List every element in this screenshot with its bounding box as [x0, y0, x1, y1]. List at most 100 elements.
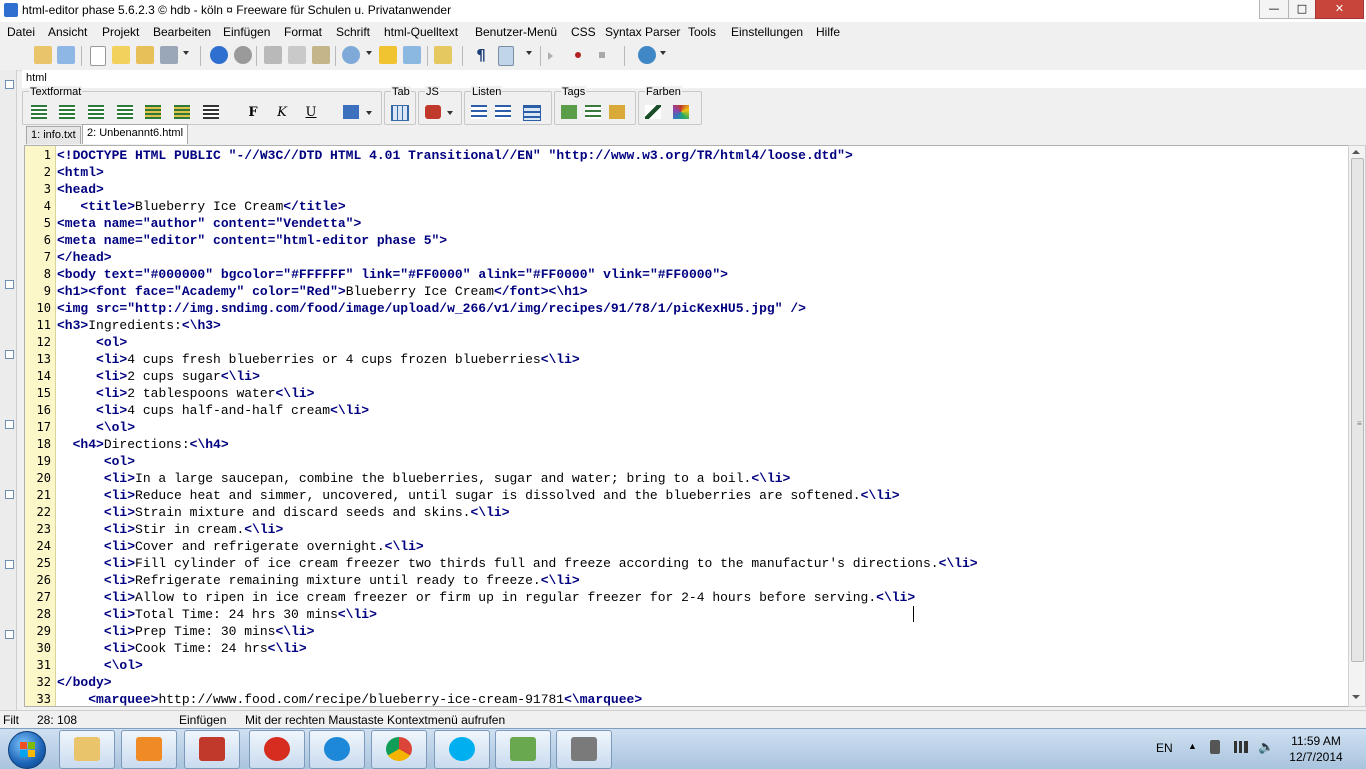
windows-icon[interactable] [57, 46, 75, 64]
taskbar-internet-explorer[interactable] [309, 730, 365, 769]
code-line[interactable]: </body> [57, 674, 112, 691]
color-palette-icon[interactable] [673, 105, 689, 119]
code-line[interactable]: <li>4 cups fresh blueberries or 4 cups f… [57, 351, 580, 368]
paragraph-format-icon[interactable] [203, 105, 219, 119]
start-button[interactable] [8, 731, 46, 769]
code-line[interactable]: <li>2 tablespoons water<\li> [57, 385, 314, 402]
tab-info-txt[interactable]: 1: info.txt [26, 126, 81, 144]
code-line[interactable]: <!DOCTYPE HTML PUBLIC "-//W3C//DTD HTML … [57, 147, 853, 164]
macro-play-icon[interactable] [548, 52, 553, 60]
new-file-icon[interactable] [90, 46, 106, 66]
code-line[interactable]: <marquee>http://www.food.com/recipe/blue… [57, 691, 642, 706]
copy-icon[interactable] [288, 46, 306, 64]
code-line[interactable]: <h4>Directions:<\h4> [57, 436, 229, 453]
taskbar-file-explorer[interactable] [59, 730, 115, 769]
menu-tools[interactable]: Tools [688, 25, 716, 39]
goto-icon[interactable] [403, 46, 421, 64]
clock-date[interactable]: 12/7/2014 [1278, 750, 1354, 764]
scroll-down-arrow[interactable] [1352, 695, 1360, 699]
code-line[interactable]: <li>Cover and refrigerate overnight.<\li… [57, 538, 424, 555]
code-line[interactable]: <li>Refrigerate remaining mixture until … [57, 572, 580, 589]
strip-marker[interactable] [5, 280, 14, 289]
menu-einfuegen[interactable]: Einfügen [223, 25, 270, 39]
code-line[interactable]: <li>Prep Time: 30 mins<\li> [57, 623, 315, 640]
volume-icon[interactable]: 🔈 [1258, 740, 1274, 755]
style-dropdown-arrow[interactable] [366, 111, 372, 115]
menu-format[interactable]: Format [284, 25, 322, 39]
maximize-button[interactable]: □ [1288, 0, 1316, 19]
numbered-list-icon[interactable] [495, 105, 511, 119]
preview-icon[interactable] [498, 46, 514, 66]
menu-einstellungen[interactable]: Einstellungen [731, 25, 803, 39]
code-editor[interactable]: 1 2 3 4 5 6 7 8 9 10 11 12 13 14 15 16 17 18 19 20 21 22 23 24 2… [24, 145, 1066, 707]
paragraph-icon[interactable]: ¶ [472, 46, 490, 64]
cut-icon[interactable] [264, 46, 282, 64]
definition-list-icon[interactable] [523, 105, 541, 121]
underline-button[interactable]: U [303, 105, 319, 121]
taskbar-chrome[interactable] [371, 730, 427, 769]
search-replace-icon[interactable] [379, 46, 397, 64]
scroll-up-arrow[interactable] [1352, 150, 1360, 154]
taskbar-chart-editor[interactable] [495, 730, 551, 769]
code-line[interactable]: <\ol> [57, 419, 135, 436]
align-justify-icon[interactable] [117, 105, 133, 119]
web-icon[interactable] [638, 46, 656, 64]
taskbar-pin-app[interactable] [249, 730, 305, 769]
taskbar-media-player[interactable] [121, 730, 177, 769]
browser-preview-icon[interactable] [210, 46, 228, 64]
code-line[interactable]: <\ol> [57, 657, 143, 674]
open-recent-icon[interactable] [136, 46, 154, 64]
menu-css[interactable]: CSS [571, 25, 596, 39]
tag-check-icon[interactable] [561, 105, 577, 119]
menu-html-quelltext[interactable]: html-Quelltext [384, 25, 458, 39]
tab-unbenannt6-html[interactable]: 2: Unbenannt6.html [82, 124, 189, 144]
table-icon[interactable] [391, 105, 409, 121]
code-line[interactable]: <meta name="editor" content="html-editor… [57, 232, 447, 249]
code-line[interactable]: <body text="#000000" bgcolor="#FFFFFF" l… [57, 266, 728, 283]
language-indicator[interactable]: EN [1156, 741, 1173, 755]
stop-icon[interactable] [234, 46, 252, 64]
italic-button[interactable]: K [274, 105, 290, 121]
code-line[interactable]: <img src="http://img.sndimg.com/food/ima… [57, 300, 806, 317]
code-line[interactable]: <ol> [57, 334, 127, 351]
clock-time[interactable]: 11:59 AM [1278, 734, 1354, 748]
code-line[interactable]: <meta name="author" content="Vendetta"> [57, 215, 361, 232]
menu-datei[interactable]: Datei [7, 25, 35, 39]
taskbar-pdf-reader[interactable] [184, 730, 240, 769]
strip-marker[interactable] [5, 560, 14, 569]
tag-list-icon[interactable] [585, 105, 601, 119]
action-center-icon[interactable] [1210, 740, 1220, 754]
insert-block-icon[interactable] [434, 46, 452, 64]
code-line[interactable]: <h1><font face="Academy" color="Red">Blu… [57, 283, 588, 300]
strip-marker[interactable] [5, 420, 14, 429]
code-line[interactable]: <h3>Ingredients:<\h3> [57, 317, 221, 334]
outdent-icon[interactable] [174, 105, 190, 119]
code-line[interactable]: <li>Allow to ripen in ice cream freezer … [57, 589, 915, 606]
search-dropdown-arrow[interactable] [366, 51, 372, 55]
code-line[interactable]: <title>Blueberry Ice Cream</title> [57, 198, 345, 215]
menu-projekt[interactable]: Projekt [102, 25, 139, 39]
taskbar-html-editor[interactable] [556, 730, 612, 769]
javascript-icon[interactable] [425, 105, 441, 119]
scroll-thumb[interactable]: ≡ [1351, 158, 1364, 662]
align-right-icon[interactable] [88, 105, 104, 119]
code-line[interactable]: <html> [57, 164, 104, 181]
macro-stop-icon[interactable] [599, 52, 605, 58]
menu-schrift[interactable]: Schrift [336, 25, 370, 39]
code-line[interactable]: <head> [57, 181, 104, 198]
save-dropdown-arrow[interactable] [183, 51, 189, 55]
strip-marker[interactable] [5, 490, 14, 499]
menu-ansicht[interactable]: Ansicht [48, 25, 87, 39]
close-button[interactable]: ✕ [1315, 0, 1364, 19]
taskbar-skype[interactable] [434, 730, 490, 769]
web-dropdown-arrow[interactable] [660, 51, 666, 55]
strip-marker[interactable] [5, 630, 14, 639]
code-line[interactable]: <li>Cook Time: 24 hrs<\li> [57, 640, 307, 657]
network-icon[interactable] [1234, 741, 1248, 753]
code-line[interactable]: <li>Total Time: 24 hrs 30 mins<\li> [57, 606, 377, 623]
strip-marker[interactable] [5, 80, 14, 89]
show-hidden-icons-icon[interactable]: ▲ [1188, 741, 1197, 751]
indent-icon[interactable] [145, 105, 161, 119]
open-project-icon[interactable] [34, 46, 52, 64]
tag-insert-icon[interactable] [609, 105, 625, 119]
